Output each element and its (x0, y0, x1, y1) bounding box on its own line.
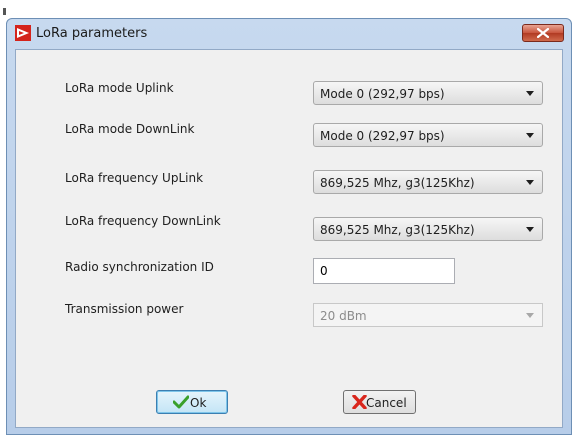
sync-id-label: Radio synchronization ID (65, 260, 214, 274)
red-x-icon (352, 394, 367, 412)
mode-uplink-select[interactable]: Mode 0 (292,97 bps) (313, 81, 543, 105)
cancel-button[interactable]: Cancel (343, 390, 416, 414)
freq-uplink-value: 869,525 Mhz, g3(125Khz) (320, 176, 475, 190)
chevron-down-icon (526, 180, 534, 185)
freq-uplink-select[interactable]: 869,525 Mhz, g3(125Khz) (313, 170, 543, 194)
window-title: LoRa parameters (36, 26, 148, 41)
mode-uplink-label: LoRa mode Uplink (65, 81, 174, 95)
mode-downlink-label: LoRa mode DownLink (65, 122, 195, 136)
dialog-content: LoRa mode Uplink Mode 0 (292,97 bps) LoR… (15, 49, 563, 428)
freq-downlink-value: 869,525 Mhz, g3(125Khz) (320, 223, 475, 237)
corner-mark (3, 8, 6, 15)
chevron-down-icon (526, 133, 534, 138)
ok-button[interactable]: Ok (156, 390, 228, 414)
chevron-down-icon (526, 91, 534, 96)
app-logo-icon (15, 25, 31, 41)
cancel-label: Cancel (366, 396, 407, 410)
mode-downlink-select[interactable]: Mode 0 (292,97 bps) (313, 123, 543, 147)
close-button[interactable] (522, 24, 564, 42)
tx-power-value: 20 dBm (320, 309, 367, 323)
title-bar[interactable]: LoRa parameters (7, 19, 571, 49)
ok-label: Ok (190, 396, 207, 410)
chevron-down-icon (526, 313, 534, 318)
dialog-window: LoRa parameters LoRa mode Uplink Mode 0 … (6, 18, 572, 435)
mode-downlink-value: Mode 0 (292,97 bps) (320, 129, 445, 143)
sync-id-input[interactable] (320, 264, 448, 278)
freq-downlink-label: LoRa frequency DownLink (65, 214, 221, 228)
freq-uplink-label: LoRa frequency UpLink (65, 171, 204, 185)
tx-power-label: Transmission power (65, 302, 184, 316)
sync-id-field[interactable] (313, 258, 455, 284)
tx-power-select: 20 dBm (313, 303, 543, 327)
checkmark-icon (172, 395, 190, 412)
freq-downlink-select[interactable]: 869,525 Mhz, g3(125Khz) (313, 217, 543, 241)
close-icon (537, 28, 549, 38)
chevron-down-icon (526, 227, 534, 232)
mode-uplink-value: Mode 0 (292,97 bps) (320, 87, 445, 101)
